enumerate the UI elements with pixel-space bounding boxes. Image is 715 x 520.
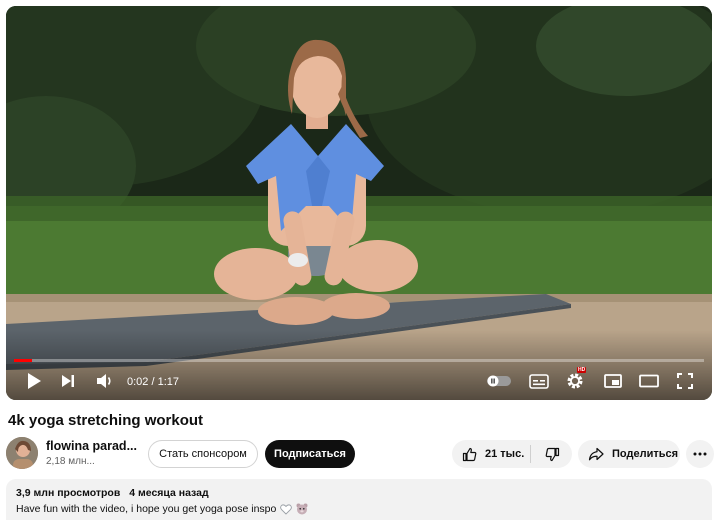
theater-icon xyxy=(639,374,659,388)
play-icon xyxy=(28,373,41,389)
share-button[interactable]: Поделиться xyxy=(578,440,680,468)
share-icon xyxy=(588,447,604,461)
fullscreen-icon xyxy=(677,373,693,389)
subtitles-button[interactable] xyxy=(528,370,550,392)
like-count: 21 тыс. xyxy=(485,448,525,460)
upload-age: 4 месяца назад xyxy=(129,487,209,499)
share-label: Поделиться xyxy=(612,448,679,460)
volume-button[interactable] xyxy=(94,370,116,392)
progress-bar[interactable] xyxy=(14,359,704,362)
like-icon xyxy=(462,447,477,461)
autoplay-toggle-icon xyxy=(487,375,511,387)
description-text-row: Have fun with the video, i hope you get … xyxy=(16,503,702,515)
subscribe-button[interactable]: Подписаться xyxy=(265,440,355,468)
heart-emoji xyxy=(280,503,293,515)
like-button[interactable]: 21 тыс. xyxy=(452,440,530,468)
next-button[interactable] xyxy=(58,370,78,392)
dislike-icon xyxy=(545,447,559,461)
subscriber-count: 2,18 млн... xyxy=(46,456,95,467)
view-count: 3,9 млн просмотров xyxy=(16,487,121,499)
bear-emoji xyxy=(296,503,308,515)
theater-mode-button[interactable] xyxy=(637,370,661,392)
next-icon xyxy=(62,375,74,387)
autoplay-toggle[interactable] xyxy=(486,370,512,392)
description-box[interactable]: 3,9 млн просмотров 4 месяца назад Have f… xyxy=(6,479,712,520)
channel-name[interactable]: flowina parad... xyxy=(46,439,137,453)
fullscreen-button[interactable] xyxy=(674,370,696,392)
dislike-button[interactable] xyxy=(532,440,572,468)
subtitles-icon xyxy=(529,373,549,389)
miniplayer-icon xyxy=(604,374,622,388)
channel-avatar[interactable] xyxy=(6,437,38,469)
channel-actions-row: flowina parad... 2,18 млн... Стать спонс… xyxy=(6,436,714,470)
more-icon xyxy=(693,452,707,456)
sponsor-button[interactable]: Стать спонсором xyxy=(148,440,258,468)
settings-button[interactable]: HD xyxy=(564,367,587,392)
settings-icon xyxy=(567,373,583,389)
like-divider xyxy=(530,445,531,463)
miniplayer-button[interactable] xyxy=(602,370,624,392)
description-text: Have fun with the video, i hope you get … xyxy=(16,503,277,515)
more-actions-button[interactable] xyxy=(686,440,714,468)
time-display: 0:02 / 1:17 xyxy=(127,376,179,388)
video-title: 4k yoga stretching workout xyxy=(8,412,204,429)
play-button[interactable] xyxy=(24,370,44,392)
progress-bar-played xyxy=(14,359,32,362)
video-player[interactable]: 0:02 / 1:17 HD xyxy=(6,6,712,400)
description-meta: 3,9 млн просмотров 4 месяца назад xyxy=(16,487,702,499)
volume-icon xyxy=(97,374,111,388)
hd-badge: HD xyxy=(577,367,587,373)
like-dislike-group: 21 тыс. xyxy=(452,440,572,468)
